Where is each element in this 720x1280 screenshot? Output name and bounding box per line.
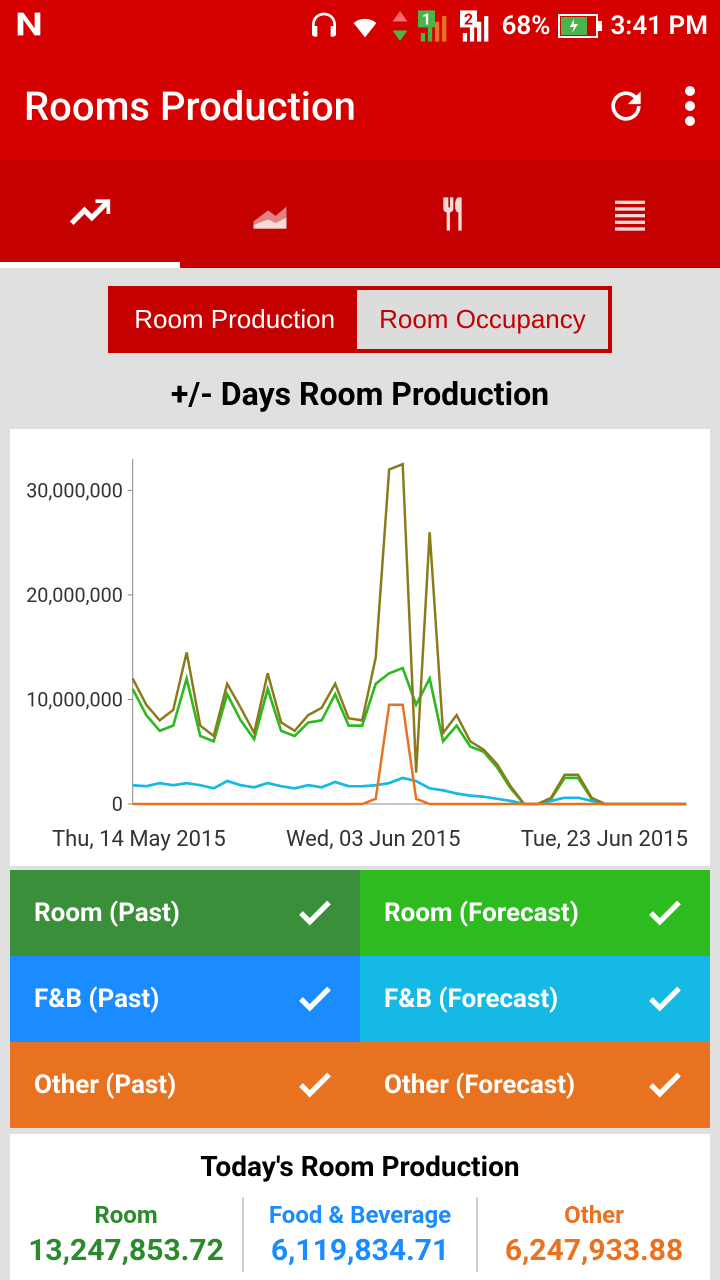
tab-fnb[interactable] (360, 160, 540, 268)
legend-label: Other (Forecast) (384, 1070, 575, 1100)
today-room-label: Room (16, 1201, 236, 1229)
check-icon (644, 978, 686, 1020)
today-fb-label: Food & Beverage (250, 1201, 470, 1229)
data-arrows-icon (390, 11, 410, 41)
battery-percent: 68% (502, 11, 551, 41)
svg-text:2: 2 (464, 11, 473, 29)
tab-trend[interactable] (0, 160, 180, 268)
check-icon (644, 892, 686, 934)
svg-text:10,000,000: 10,000,000 (26, 688, 123, 711)
app-bar-actions (604, 84, 696, 128)
overflow-menu-icon[interactable] (684, 86, 696, 126)
app-bar: Rooms Production (0, 52, 720, 160)
page-title: Rooms Production (24, 83, 356, 130)
status-left (12, 7, 46, 45)
check-icon (294, 892, 336, 934)
battery-charging-icon (558, 14, 602, 38)
legend-grid: Room (Past) Room (Forecast) F&B (Past) F… (10, 870, 710, 1128)
app-n-icon (12, 7, 46, 41)
chart-card: 0 10,000,000 20,000,000 30,000,000 Thu, 14 … (10, 429, 710, 866)
legend-other-past[interactable]: Other (Past) (10, 1042, 360, 1128)
sim1-signal-icon: 1 (418, 10, 452, 42)
legend-room-past[interactable]: Room (Past) (10, 870, 360, 956)
today-other-value: 6,247,933.88 (484, 1233, 704, 1268)
refresh-icon[interactable] (604, 84, 648, 128)
wifi-icon (348, 9, 382, 43)
today-other: Other 6,247,933.88 (476, 1197, 710, 1272)
svg-text:1: 1 (422, 11, 431, 29)
line-chart: 0 10,000,000 20,000,000 30,000,000 (24, 449, 696, 819)
status-right: 1 2 68% 3:41 PM (308, 9, 708, 43)
x-tick: Tue, 23 Jun 2015 (521, 827, 688, 852)
legend-label: F&B (Forecast) (384, 984, 558, 1014)
chart-area[interactable]: 0 10,000,000 20,000,000 30,000,000 (24, 449, 696, 819)
today-other-label: Other (484, 1201, 704, 1229)
seg-room-occupancy[interactable]: Room Occupancy (357, 290, 608, 349)
legend-label: Room (Forecast) (384, 898, 579, 928)
svg-text:20,000,000: 20,000,000 (26, 584, 123, 607)
chart-title: +/- Days Room Production (0, 367, 720, 429)
segmented-control-wrap: Room Production Room Occupancy (0, 268, 720, 367)
x-tick: Thu, 14 May 2015 (52, 827, 226, 852)
tab-list[interactable] (540, 160, 720, 268)
x-tick: Wed, 03 Jun 2015 (286, 827, 461, 852)
today-fb-value: 6,119,834.71 (250, 1233, 470, 1268)
restaurant-icon (430, 192, 470, 236)
legend-fb-forecast[interactable]: F&B (Forecast) (360, 956, 710, 1042)
clock-time: 3:41 PM (610, 11, 708, 41)
area-chart-icon (248, 192, 292, 236)
today-room-value: 13,247,853.72 (16, 1233, 236, 1268)
headphones-icon (308, 10, 340, 42)
list-icon (610, 194, 650, 234)
trend-up-icon (68, 192, 112, 236)
today-row: Room 13,247,853.72 Food & Beverage 6,119… (10, 1197, 710, 1272)
svg-text:0: 0 (112, 793, 123, 816)
svg-text:30,000,000: 30,000,000 (26, 479, 123, 502)
sim2-signal-icon: 2 (460, 10, 494, 42)
legend-label: Room (Past) (34, 898, 180, 928)
today-section: Today's Room Production Room 13,247,853.… (10, 1134, 710, 1280)
seg-room-production[interactable]: Room Production (112, 290, 357, 349)
x-axis-ticks: Thu, 14 May 2015 Wed, 03 Jun 2015 Tue, 2… (24, 819, 696, 856)
legend-label: Other (Past) (34, 1070, 176, 1100)
status-bar: 1 2 68% 3:41 PM (0, 0, 720, 52)
tab-bar (0, 160, 720, 268)
segmented-control: Room Production Room Occupancy (108, 286, 612, 353)
tab-area-chart[interactable] (180, 160, 360, 268)
legend-fb-past[interactable]: F&B (Past) (10, 956, 360, 1042)
today-fb: Food & Beverage 6,119,834.71 (242, 1197, 476, 1272)
legend-room-forecast[interactable]: Room (Forecast) (360, 870, 710, 956)
today-room: Room 13,247,853.72 (10, 1197, 242, 1272)
check-icon (644, 1064, 686, 1106)
legend-label: F&B (Past) (34, 984, 159, 1014)
legend-other-forecast[interactable]: Other (Forecast) (360, 1042, 710, 1128)
check-icon (294, 978, 336, 1020)
today-title: Today's Room Production (10, 1150, 710, 1183)
check-icon (294, 1064, 336, 1106)
